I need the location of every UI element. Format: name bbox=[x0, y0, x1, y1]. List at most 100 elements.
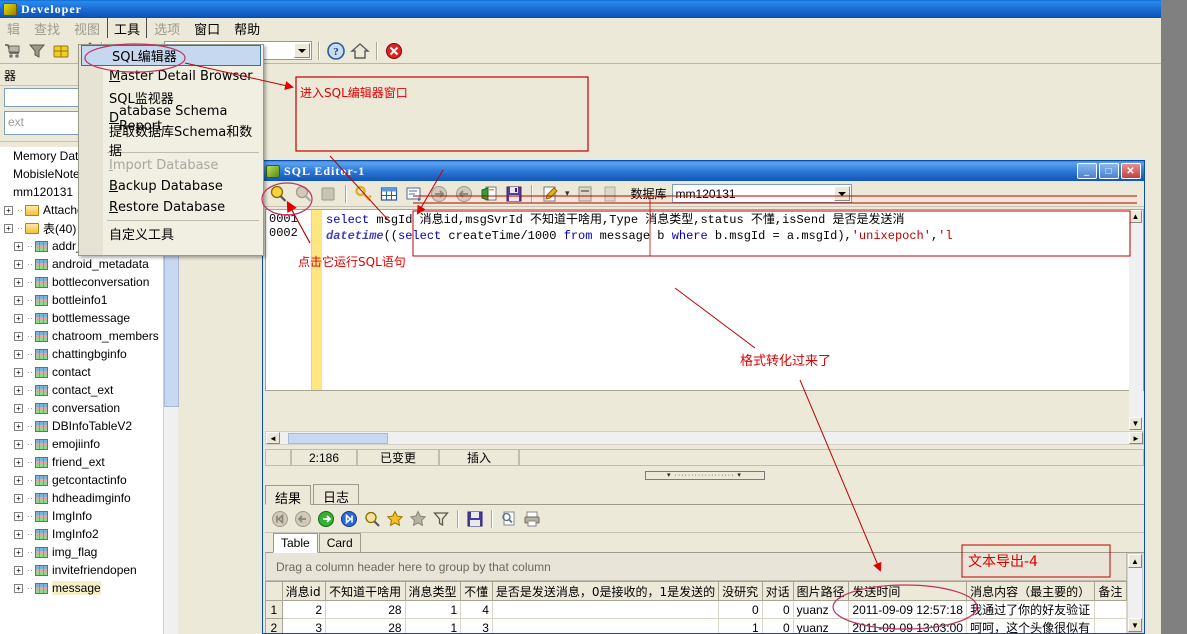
run-sql-icon[interactable] bbox=[268, 184, 288, 204]
table-cell[interactable]: 0 bbox=[761, 600, 794, 619]
table-cell[interactable]: 我通过了你的好友验证 bbox=[966, 600, 1096, 619]
preview-icon[interactable] bbox=[500, 510, 518, 528]
pane-splitter[interactable]: ▾ ·················· ▾ bbox=[265, 468, 1144, 482]
menu-window[interactable]: 窗口 bbox=[187, 17, 227, 40]
column-header[interactable]: 图片路径 bbox=[792, 581, 850, 601]
expand-icon[interactable]: + bbox=[14, 511, 23, 521]
chevron-down-icon[interactable] bbox=[833, 186, 850, 201]
tree-node[interactable]: + ·· bottleconversation bbox=[0, 273, 163, 291]
filter-icon[interactable] bbox=[27, 41, 47, 61]
save-icon[interactable] bbox=[466, 510, 484, 528]
tree-node[interactable]: + ·· img_flag bbox=[0, 543, 163, 561]
column-header[interactable]: 不懂 bbox=[460, 581, 493, 601]
tab-card[interactable]: Card bbox=[318, 533, 361, 552]
next-record-icon[interactable] bbox=[317, 510, 335, 528]
column-header[interactable]: 不知道干啥用 bbox=[325, 581, 406, 601]
tree-node[interactable]: + ·· invitefriendopen bbox=[0, 561, 163, 579]
expand-icon[interactable]: + bbox=[14, 403, 23, 413]
grid-icon[interactable] bbox=[379, 184, 399, 204]
sql-code-editor[interactable]: 0001 0002 select msgId 消息id,msgSvrId 不知道干… bbox=[265, 209, 1144, 391]
table-cell[interactable]: 28 bbox=[325, 600, 406, 619]
tab-log[interactable]: 日志 bbox=[313, 484, 360, 506]
table-cell[interactable]: yuanz bbox=[792, 618, 850, 633]
editor-horizontal-scrollbar[interactable]: ◄ ► bbox=[265, 431, 1144, 445]
table-cell[interactable]: 2 bbox=[265, 618, 283, 633]
column-header[interactable]: 是否是发送消息，0是接收的，1是发送的 bbox=[491, 581, 720, 601]
table-cell[interactable]: 2011-09-09 13:03:00 bbox=[848, 618, 968, 633]
scroll-down-arrow[interactable]: ▼ bbox=[1129, 417, 1142, 430]
menu-find[interactable]: 查找 bbox=[27, 17, 67, 40]
maximize-button[interactable]: □ bbox=[1099, 163, 1119, 179]
expand-icon[interactable]: + bbox=[14, 565, 23, 575]
save-icon[interactable] bbox=[504, 184, 524, 204]
table-cell[interactable]: 0 bbox=[718, 600, 763, 619]
table-cell[interactable]: 1 bbox=[404, 600, 462, 619]
expand-icon[interactable]: + bbox=[14, 439, 23, 449]
table-cell[interactable]: 3 bbox=[460, 618, 493, 633]
column-header[interactable]: 发送时间 bbox=[848, 581, 968, 601]
table-cell[interactable] bbox=[491, 600, 720, 619]
scroll-left-arrow[interactable]: ◄ bbox=[266, 432, 280, 444]
grid-scroll-up-arrow[interactable]: ▲ bbox=[1128, 554, 1142, 568]
menu-item-custom-tools[interactable]: 自定义工具 bbox=[79, 223, 263, 244]
close-button[interactable]: ✕ bbox=[1121, 163, 1141, 179]
new-tab-icon[interactable] bbox=[575, 184, 595, 204]
filter-icon[interactable] bbox=[432, 510, 450, 528]
print-icon[interactable] bbox=[523, 510, 541, 528]
table-cell[interactable]: 28 bbox=[325, 618, 406, 633]
tree-node[interactable]: + ·· android_metadata bbox=[0, 255, 163, 273]
tree-node[interactable]: + ·· contact_ext bbox=[0, 381, 163, 399]
stop-icon[interactable] bbox=[384, 41, 404, 61]
tree-node[interactable]: + ·· ImgInfo2 bbox=[0, 525, 163, 543]
menu-edit[interactable]: 辑 bbox=[0, 17, 27, 40]
expand-icon[interactable]: + bbox=[14, 421, 23, 431]
scroll-right-arrow[interactable]: ► bbox=[1129, 432, 1143, 444]
plan-icon[interactable] bbox=[404, 184, 424, 204]
expand-icon[interactable]: + bbox=[14, 493, 23, 503]
expand-icon[interactable]: + bbox=[14, 349, 23, 359]
table-cell[interactable]: 1 bbox=[265, 600, 283, 619]
tree-node[interactable]: + ·· message bbox=[0, 579, 163, 597]
expand-icon[interactable]: + bbox=[14, 457, 23, 467]
column-header[interactable]: 没研究 bbox=[718, 581, 763, 601]
table-cell[interactable]: yuanz bbox=[792, 600, 850, 619]
table-cell[interactable] bbox=[1094, 600, 1127, 619]
expand-icon[interactable]: + bbox=[14, 277, 23, 287]
table-row[interactable]: 1 2 28 1 4 0 0 yuanz 2011-09-09 12:57:18 我通过了你的好友… bbox=[265, 600, 1127, 619]
last-record-icon[interactable] bbox=[340, 510, 358, 528]
table-cell[interactable]: 1 bbox=[718, 618, 763, 633]
tree-node[interactable]: + ·· ImgInfo bbox=[0, 507, 163, 525]
table-cell[interactable]: 呵呵，这个头像很似有 bbox=[966, 618, 1096, 633]
column-header[interactable]: 消息类型 bbox=[404, 581, 462, 601]
tree-node[interactable]: + ·· chatroom_members bbox=[0, 327, 163, 345]
grid-vertical-scrollbar[interactable]: ▲ ▼ bbox=[1127, 553, 1143, 633]
expand-icon[interactable]: + bbox=[14, 475, 23, 485]
menu-help[interactable]: 帮助 bbox=[227, 17, 267, 40]
menu-item-restore-database[interactable]: Restore Database bbox=[79, 197, 263, 218]
tab-results[interactable]: 结果 bbox=[265, 485, 312, 507]
tree-node[interactable]: + ·· chattingbginfo bbox=[0, 345, 163, 363]
bookmark-add-icon[interactable] bbox=[386, 510, 404, 528]
result-grid[interactable]: 消息id 不知道干啥用 消息类型 不懂 是否是发送消息，0是接收的，1是发送的 没研究 对话… bbox=[265, 581, 1127, 633]
help-icon[interactable]: ? bbox=[326, 41, 346, 61]
export-icon[interactable] bbox=[479, 184, 499, 204]
tab-table[interactable]: Table bbox=[273, 533, 318, 553]
menu-item-master-detail-browser[interactable]: Master Detail Browser bbox=[79, 66, 263, 87]
expand-icon[interactable]: + bbox=[14, 331, 23, 341]
expand-icon[interactable]: + bbox=[4, 223, 13, 233]
minimize-button[interactable]: _ bbox=[1077, 163, 1097, 179]
table-cell[interactable]: 3 bbox=[281, 618, 327, 633]
run-step-icon[interactable] bbox=[293, 184, 313, 204]
table-cell[interactable]: 2 bbox=[281, 600, 327, 619]
format-icon[interactable] bbox=[540, 184, 560, 204]
tree-node[interactable]: + ·· bottleinfo1 bbox=[0, 291, 163, 309]
menu-item-extract-schema-and-data[interactable]: 提取数据库Schema和数据 bbox=[79, 125, 263, 159]
tools-menu-popup[interactable]: SQL编辑器 Master Detail Browser SQL监视器 Data… bbox=[78, 44, 264, 256]
menu-tools[interactable]: 工具 bbox=[107, 16, 148, 40]
menu-item-backup-database[interactable]: Backup Database bbox=[79, 176, 263, 197]
expand-icon[interactable]: + bbox=[14, 241, 23, 251]
menu-view[interactable]: 视图 bbox=[67, 17, 107, 40]
column-header[interactable]: 对话 bbox=[761, 581, 794, 601]
tree-node[interactable]: + ·· contact bbox=[0, 363, 163, 381]
tree-node[interactable]: + ·· bottlemessage bbox=[0, 309, 163, 327]
